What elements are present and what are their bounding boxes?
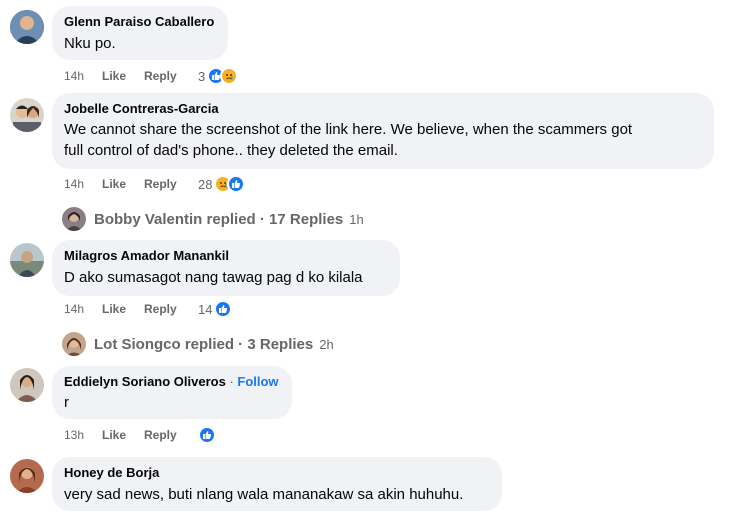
comment-bubble: Glenn Paraiso Caballero Nku po. bbox=[52, 6, 228, 60]
like-button[interactable]: Like bbox=[102, 428, 144, 442]
like-reaction-icon bbox=[198, 426, 216, 444]
replies-time: 2h bbox=[319, 336, 334, 352]
comment-author[interactable]: Jobelle Contreras-Garcia bbox=[64, 100, 702, 117]
reply-button[interactable]: Reply bbox=[144, 428, 198, 442]
avatar[interactable] bbox=[10, 368, 44, 402]
like-reaction-icon bbox=[227, 175, 246, 193]
comment-time[interactable]: 14h bbox=[64, 177, 102, 191]
reaction-summary[interactable]: 14 bbox=[198, 300, 233, 318]
comment-author-name[interactable]: Eddielyn Soriano Oliveros bbox=[64, 374, 226, 389]
reply-button[interactable]: Reply bbox=[144, 69, 198, 83]
comment-text: D ako sumasagot nang tawag pag d ko kila… bbox=[64, 269, 363, 286]
comment-time[interactable]: 13h bbox=[64, 428, 102, 442]
comment-author[interactable]: Glenn Paraiso Caballero bbox=[64, 13, 216, 30]
comment-text: very sad news, buti nlang wala mananakaw… bbox=[64, 486, 464, 503]
sad-reaction-icon bbox=[220, 67, 239, 85]
replies-separator: · bbox=[255, 210, 270, 228]
comment-text: full control of dad's phone.. they delet… bbox=[64, 142, 398, 159]
view-replies-link[interactable]: Lot Siongco replied · 3 Replies 2h bbox=[62, 332, 334, 356]
reply-button[interactable]: Reply bbox=[144, 177, 198, 191]
replies-count: 17 Replies bbox=[269, 210, 344, 228]
like-button[interactable]: Like bbox=[102, 177, 144, 191]
replies-author: Lot Siongco replied bbox=[94, 335, 235, 353]
comment-bubble: Eddielyn Soriano Oliveros · Follow r bbox=[52, 366, 292, 419]
reply-button[interactable]: Reply bbox=[144, 302, 198, 316]
follow-separator: · bbox=[225, 374, 238, 389]
comment-bubble: Jobelle Contreras-Garcia We cannot share… bbox=[52, 93, 714, 169]
reaction-summary[interactable] bbox=[198, 426, 216, 444]
comment-author: Eddielyn Soriano Oliveros · Follow bbox=[64, 373, 280, 390]
comment-text: We cannot share the screenshot of the li… bbox=[64, 121, 633, 138]
reaction-summary[interactable]: 3 bbox=[198, 67, 239, 85]
comment-text: r bbox=[64, 394, 69, 411]
comment-actions: 14h Like Reply 28 bbox=[64, 175, 246, 193]
like-button[interactable]: Like bbox=[102, 302, 144, 316]
comment-actions: 13h Like Reply bbox=[64, 426, 216, 444]
reaction-count: 14 bbox=[198, 301, 213, 317]
comment-author[interactable]: Milagros Amador Manankil bbox=[64, 247, 388, 264]
avatar[interactable] bbox=[10, 459, 44, 493]
comment-time[interactable]: 14h bbox=[64, 302, 102, 316]
avatar[interactable] bbox=[10, 10, 44, 44]
replies-count: 3 Replies bbox=[247, 335, 314, 353]
reaction-summary[interactable]: 28 bbox=[198, 175, 246, 193]
replies-time: 1h bbox=[349, 211, 364, 227]
comment-author[interactable]: Honey de Borja bbox=[64, 464, 490, 481]
comment-time[interactable]: 14h bbox=[64, 69, 102, 83]
reaction-count: 28 bbox=[198, 176, 213, 192]
avatar[interactable] bbox=[10, 243, 44, 277]
comment-actions: 14h Like Reply 14 bbox=[64, 300, 233, 318]
comment-text: Nku po. bbox=[64, 35, 116, 52]
follow-button[interactable]: Follow bbox=[237, 374, 278, 389]
avatar[interactable] bbox=[10, 98, 44, 132]
comment-bubble: Honey de Borja very sad news, buti nlang… bbox=[52, 457, 502, 511]
reaction-count: 3 bbox=[198, 68, 206, 84]
comment-actions: 14h Like Reply 3 bbox=[64, 67, 239, 85]
like-reaction-icon bbox=[214, 300, 233, 318]
replies-author: Bobby Valentin replied bbox=[94, 210, 256, 228]
replies-separator: · bbox=[234, 335, 248, 353]
comment-bubble: Milagros Amador Manankil D ako sumasagot… bbox=[52, 240, 400, 296]
avatar bbox=[62, 332, 86, 356]
view-replies-link[interactable]: Bobby Valentin replied · 17 Replies 1h bbox=[62, 207, 364, 231]
avatar bbox=[62, 207, 86, 231]
like-button[interactable]: Like bbox=[102, 69, 144, 83]
